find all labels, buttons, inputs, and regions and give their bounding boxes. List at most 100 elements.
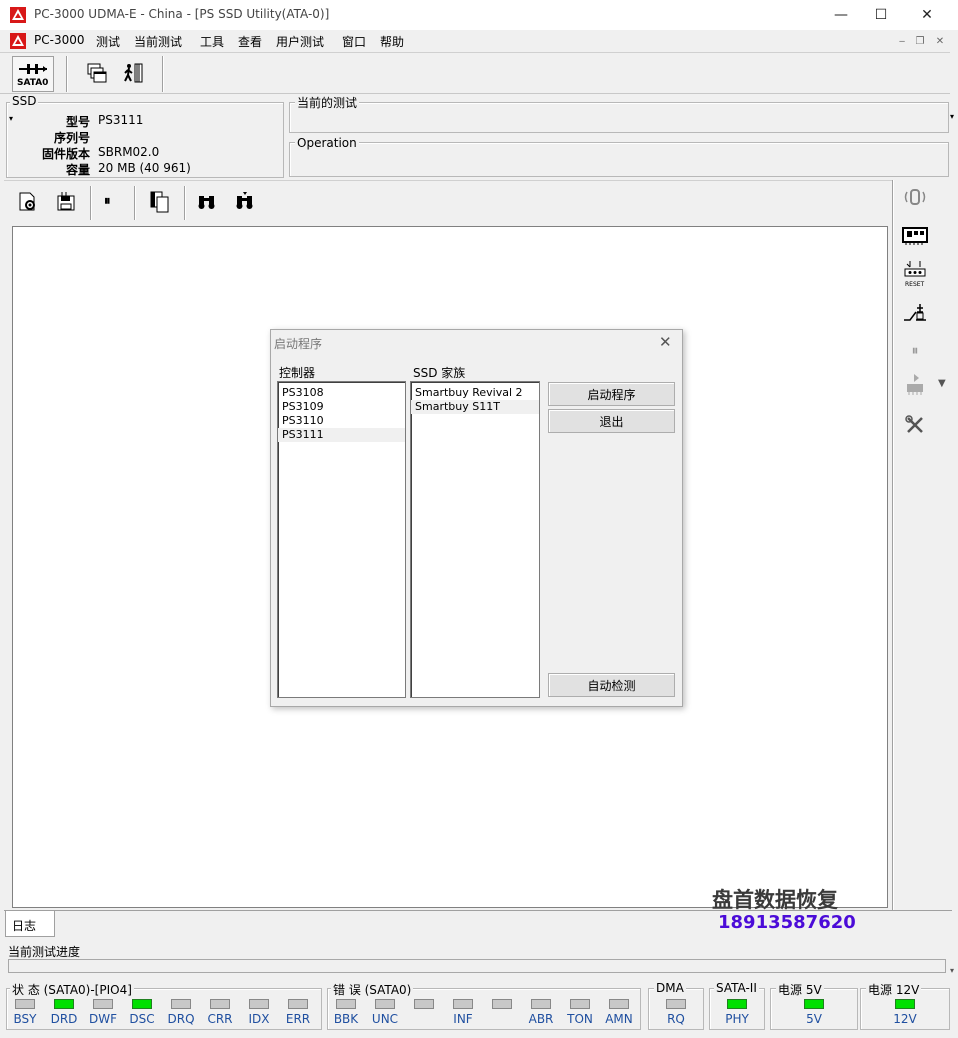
- current-test-label: 当前的测试: [295, 94, 360, 111]
- cascade-windows-icon: [87, 63, 107, 83]
- operation-label: Operation: [295, 136, 359, 150]
- exit-button[interactable]: 退出: [548, 409, 675, 433]
- window-title: PC-3000 UDMA-E - China - [PS SSD Utility…: [34, 7, 330, 21]
- list-item-selected[interactable]: Smartbuy S11T: [411, 400, 539, 414]
- tab-log[interactable]: 日志: [5, 911, 55, 937]
- state-bsy-led-indicator: [15, 999, 35, 1009]
- firmware-value: SBRM02.0: [98, 145, 160, 159]
- pause-button[interactable]: ⏸: [104, 194, 120, 210]
- search-next-button[interactable]: [234, 192, 256, 212]
- ssd-group-label: SSD: [10, 94, 39, 108]
- current-test-arrow-icon[interactable]: ▾: [950, 112, 954, 121]
- mdi-minimize-button[interactable]: ‒: [894, 34, 910, 48]
- settings-doc-button[interactable]: [16, 190, 40, 214]
- menu-bar: PC-3000 测试 当前测试 工具 查看 用户测试 窗口 帮助 ‒ ❐ ✕: [0, 30, 958, 52]
- list-item-selected[interactable]: PS3111: [278, 428, 405, 442]
- operation-group: [289, 142, 949, 177]
- sata-port-label: SATA0: [17, 78, 49, 88]
- tools-icon: [905, 415, 923, 433]
- state-drd-led-indicator: [54, 999, 74, 1009]
- list-item[interactable]: PS3109: [278, 400, 405, 414]
- app-menu-icon[interactable]: [10, 33, 26, 49]
- menu-current-test[interactable]: 当前测试: [134, 33, 182, 50]
- menu-tools[interactable]: 工具: [200, 33, 224, 50]
- pause-icon: ⏸: [104, 194, 111, 209]
- sata-phy-led-label: PHY: [725, 1012, 749, 1026]
- exit-door-icon: [124, 63, 143, 83]
- error-inf-led-indicator: [453, 999, 473, 1009]
- title-bar[interactable]: PC-3000 UDMA-E - China - [PS SSD Utility…: [0, 0, 958, 30]
- side-reset-button[interactable]: RESET: [900, 258, 930, 290]
- state-idx-led-label: IDX: [248, 1012, 270, 1026]
- state-crr-led-indicator: [210, 999, 230, 1009]
- menu-test[interactable]: 测试: [96, 33, 120, 50]
- toolbar-separator: [134, 186, 136, 220]
- side-pause-button[interactable]: ⏸: [900, 336, 930, 366]
- tab-line: [4, 910, 952, 911]
- power-5v-led-label: 5V: [806, 1012, 822, 1026]
- copy-button[interactable]: [148, 190, 172, 214]
- doc-gear-icon: [19, 192, 35, 211]
- tab-log-label: 日志: [12, 919, 37, 933]
- state-err-led-indicator: [288, 999, 308, 1009]
- side-tools-button[interactable]: [900, 410, 930, 440]
- pause-icon: ⏸: [911, 343, 919, 359]
- chip-board-icon: [902, 227, 928, 245]
- ssd-dropdown-arrow-icon[interactable]: ▾: [9, 114, 13, 123]
- list-item[interactable]: PS3108: [278, 386, 405, 400]
- controller-list[interactable]: PS3108 PS3109 PS3110 PS3111: [277, 381, 406, 698]
- maximize-button[interactable]: ☐: [858, 0, 904, 30]
- side-drive-button[interactable]: [900, 182, 930, 212]
- menu-view[interactable]: 查看: [238, 33, 262, 50]
- sata-connector-icon: [19, 64, 47, 74]
- mdi-restore-button[interactable]: ❐: [912, 34, 928, 48]
- menu-help[interactable]: 帮助: [380, 33, 404, 50]
- dma-rq-led-label: RQ: [667, 1012, 685, 1026]
- save-disk-button[interactable]: [54, 190, 78, 214]
- close-button[interactable]: ✕: [904, 0, 950, 30]
- side-chip-button[interactable]: [900, 220, 930, 250]
- capacity-value: 20 MB (40 961): [98, 161, 191, 175]
- play-chip-icon: [907, 374, 923, 395]
- menu-window[interactable]: 窗口: [342, 33, 366, 50]
- start-program-button[interactable]: 启动程序: [548, 382, 675, 406]
- state-dsc-led-label: DSC: [129, 1012, 155, 1026]
- sata-port-button[interactable]: SATA0: [12, 56, 54, 92]
- dialog-title: 启动程序: [274, 337, 323, 351]
- progress-arrow-icon[interactable]: ▾: [950, 966, 954, 975]
- reset-icon: RESET: [904, 261, 926, 288]
- menu-user-test[interactable]: 用户测试: [276, 33, 324, 50]
- auto-detect-button[interactable]: 自动检测: [548, 673, 675, 697]
- exit-utility-button[interactable]: [122, 62, 144, 84]
- mdi-close-button[interactable]: ✕: [932, 34, 948, 48]
- list-item[interactable]: PS3110: [278, 414, 405, 428]
- menu-pc3000[interactable]: PC-3000: [34, 33, 84, 47]
- dialog-close-icon[interactable]: ✕: [659, 333, 672, 351]
- serial-label: 序列号: [53, 131, 90, 145]
- family-header: SSD 家族: [413, 366, 466, 380]
- error-ton-led-indicator: [570, 999, 590, 1009]
- power5-group-label: 电源 5V: [776, 981, 824, 998]
- state-drq-led-label: DRQ: [167, 1012, 195, 1026]
- family-list[interactable]: Smartbuy Revival 2 Smartbuy S11T: [410, 381, 540, 698]
- side-play-chip-button[interactable]: [900, 370, 930, 400]
- state-bsy-led-label: BSY: [13, 1012, 37, 1026]
- toolbar-separator: [90, 186, 92, 220]
- controller-header: 控制器: [279, 366, 316, 380]
- state-drq-led-indicator: [171, 999, 191, 1009]
- windows-button[interactable]: [86, 62, 108, 84]
- list-item[interactable]: Smartbuy Revival 2: [411, 386, 539, 400]
- error-abr-led-indicator: [531, 999, 551, 1009]
- main-toolbar: SATA0: [0, 52, 950, 94]
- power-5v-led-indicator: [804, 999, 824, 1009]
- error-group-label: 错 误 (SATA0): [331, 981, 414, 998]
- state-dsc-led-indicator: [132, 999, 152, 1009]
- power-12v-led-indicator: [895, 999, 915, 1009]
- error-ton-led-label: TON: [567, 1012, 593, 1026]
- search-button[interactable]: [196, 192, 218, 212]
- side-scroll-arrow-icon[interactable]: ▼: [938, 378, 946, 389]
- dma-rq-led-indicator: [666, 999, 686, 1009]
- error-unc-led-indicator: [375, 999, 395, 1009]
- current-test-group: [289, 102, 949, 133]
- side-power-button[interactable]: [900, 298, 930, 328]
